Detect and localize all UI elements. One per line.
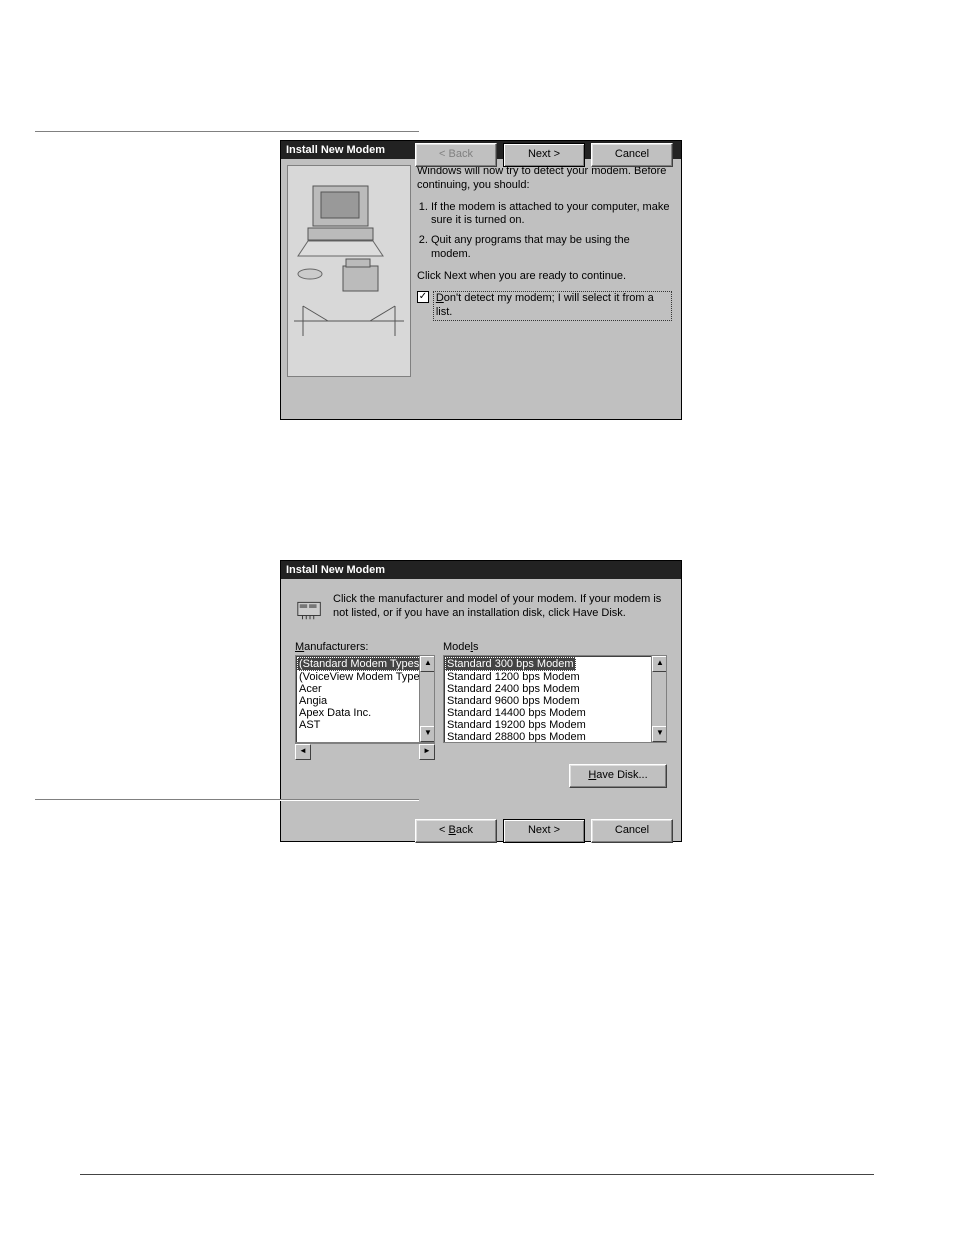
list-item[interactable]: Angia (297, 695, 433, 707)
step-1: If the modem is attached to your compute… (431, 201, 672, 229)
install-modem-dialog-step1: Install New Modem Windows will now try t… (280, 140, 682, 420)
list-item[interactable]: Standard 9600 bps Modem (445, 695, 665, 707)
list-item[interactable]: Standard 28800 bps Modem (445, 731, 665, 743)
list-item[interactable]: Standard 300 bps Modem (445, 657, 576, 671)
list-item[interactable]: Apex Data Inc. (297, 707, 433, 719)
step-2: Quit any programs that may be using the … (431, 234, 672, 262)
page-footer-divider (80, 1174, 874, 1175)
list-item[interactable]: Standard 1200 bps Modem (445, 671, 665, 683)
back-button: < Back (415, 143, 497, 167)
models-label: Models (443, 641, 667, 653)
scrollbar-horizontal[interactable]: ◄ ► (295, 743, 435, 758)
intro-text: Windows will now try to detect your mode… (417, 165, 672, 193)
list-item[interactable]: Standard 19200 bps Modem (445, 719, 665, 731)
scroll-up-icon[interactable]: ▲ (652, 656, 667, 672)
back-button[interactable]: < Back (415, 819, 497, 843)
scroll-left-icon[interactable]: ◄ (295, 744, 311, 760)
list-item[interactable]: (VoiceView Modem Types) (297, 671, 433, 683)
manufacturers-listbox[interactable]: (Standard Modem Types)(VoiceView Modem T… (295, 655, 435, 743)
dont-detect-checkbox-row[interactable]: Don't detect my modem; I will select it … (417, 291, 672, 321)
checkbox-icon[interactable] (417, 291, 429, 303)
modem-card-icon (295, 593, 325, 623)
scroll-up-icon[interactable]: ▲ (420, 656, 435, 672)
scroll-down-icon[interactable]: ▼ (652, 726, 667, 742)
scroll-down-icon[interactable]: ▼ (420, 726, 435, 742)
scrollbar-vertical[interactable]: ▲ ▼ (651, 656, 666, 742)
scrollbar-vertical[interactable]: ▲ ▼ (419, 656, 434, 742)
models-listbox[interactable]: Standard 300 bps ModemStandard 1200 bps … (443, 655, 667, 743)
list-item[interactable]: AST (297, 719, 433, 731)
manufacturers-label: Manufacturers: (295, 641, 435, 653)
list-item[interactable]: Standard 2400 bps Modem (445, 683, 665, 695)
next-button[interactable]: Next > (503, 143, 585, 167)
next-button[interactable]: Next > (503, 819, 585, 843)
checkbox-label[interactable]: Don't detect my modem; I will select it … (433, 291, 672, 321)
title-text: Install New Modem (286, 564, 385, 576)
have-disk-button[interactable]: Have Disk... (569, 764, 667, 788)
list-item[interactable]: Acer (297, 683, 433, 695)
header-text: Click the manufacturer and model of your… (333, 593, 667, 621)
continue-prompt: Click Next when you are ready to continu… (417, 270, 672, 284)
cancel-button[interactable]: Cancel (591, 819, 673, 843)
cancel-button[interactable]: Cancel (591, 143, 673, 167)
titlebar: Install New Modem (281, 561, 681, 579)
title-text: Install New Modem (286, 144, 385, 156)
list-item[interactable]: Standard 14400 bps Modem (445, 707, 665, 719)
install-modem-dialog-step2: Install New Modem Click the manufacturer… (280, 560, 682, 842)
wizard-illustration (287, 165, 411, 377)
scroll-right-icon[interactable]: ► (419, 744, 435, 760)
list-item[interactable]: (Standard Modem Types) (297, 657, 425, 671)
